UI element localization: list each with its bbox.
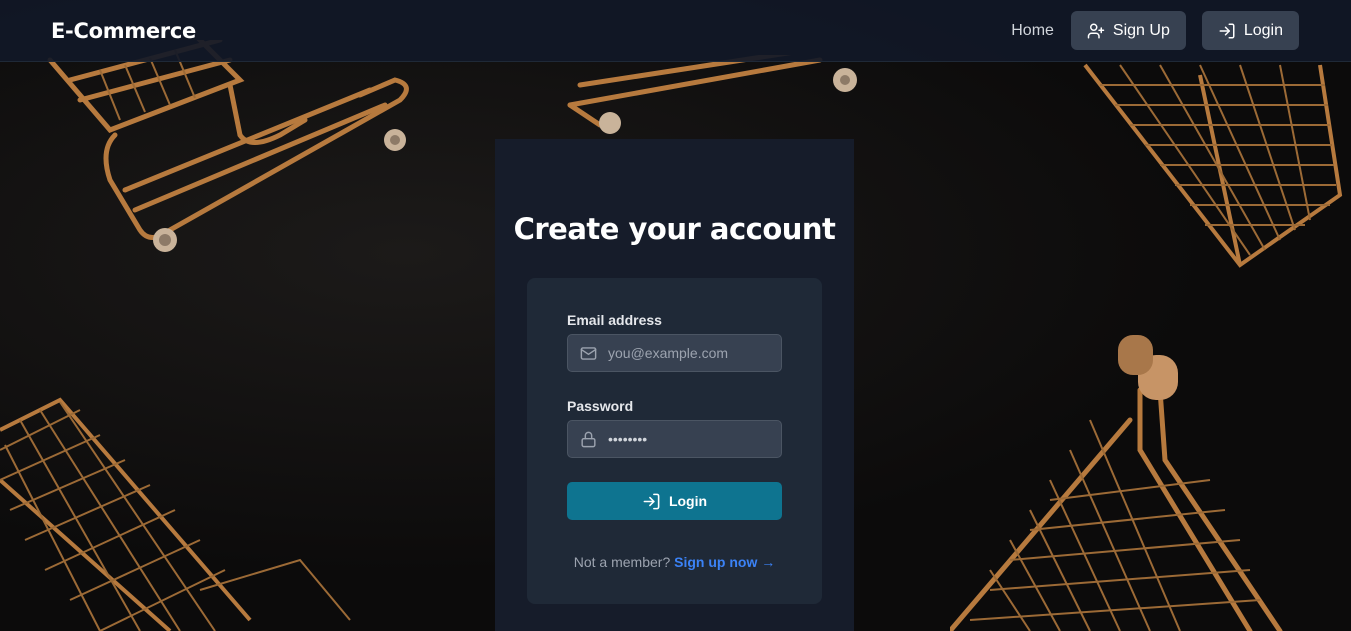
password-label: Password	[567, 398, 634, 414]
lock-icon	[581, 431, 596, 447]
shopping-cart-decoration	[567, 55, 857, 134]
password-input[interactable]	[608, 431, 778, 447]
login-button[interactable]: Login	[567, 482, 782, 520]
user-plus-icon	[1087, 23, 1105, 38]
password-field[interactable]	[567, 420, 782, 458]
login-icon	[1219, 23, 1235, 38]
page-title: Create your account	[513, 212, 836, 246]
arrow-right-icon: →	[761, 554, 776, 570]
shopping-cart-decoration	[950, 335, 1283, 631]
email-label: Email address	[567, 312, 662, 328]
login-nav-label: Login	[1243, 21, 1283, 39]
signup-card: Create your account Email address Passwo…	[495, 139, 854, 631]
signup-nav-label: Sign Up	[1112, 21, 1170, 39]
signup-nav-button[interactable]: Sign Up	[1070, 11, 1186, 50]
mail-icon	[580, 346, 597, 360]
login-icon	[643, 493, 660, 509]
login-nav-button[interactable]: Login	[1201, 11, 1299, 50]
shopping-cart-decoration	[0, 397, 351, 631]
shopping-cart-decoration	[1083, 63, 1343, 268]
brand-logo[interactable]: E-Commerce	[51, 19, 196, 43]
signup-prompt: Not a member? Sign up now →	[527, 554, 822, 570]
email-field[interactable]	[567, 334, 782, 372]
not-member-text: Not a member?	[573, 554, 671, 570]
login-button-label: Login	[668, 493, 708, 509]
signup-link-label: Sign up now	[674, 554, 758, 570]
signup-link[interactable]: Sign up now →	[674, 554, 775, 570]
nav-home-link[interactable]: Home	[1011, 22, 1054, 40]
login-form: Email address Password Login	[527, 278, 822, 604]
top-navbar: E-Commerce Home Sign Up Login	[0, 0, 1351, 62]
shopping-cart-decoration	[47, 40, 409, 252]
email-input[interactable]	[608, 345, 778, 361]
nav-actions: Home Sign Up Login	[1011, 11, 1299, 50]
